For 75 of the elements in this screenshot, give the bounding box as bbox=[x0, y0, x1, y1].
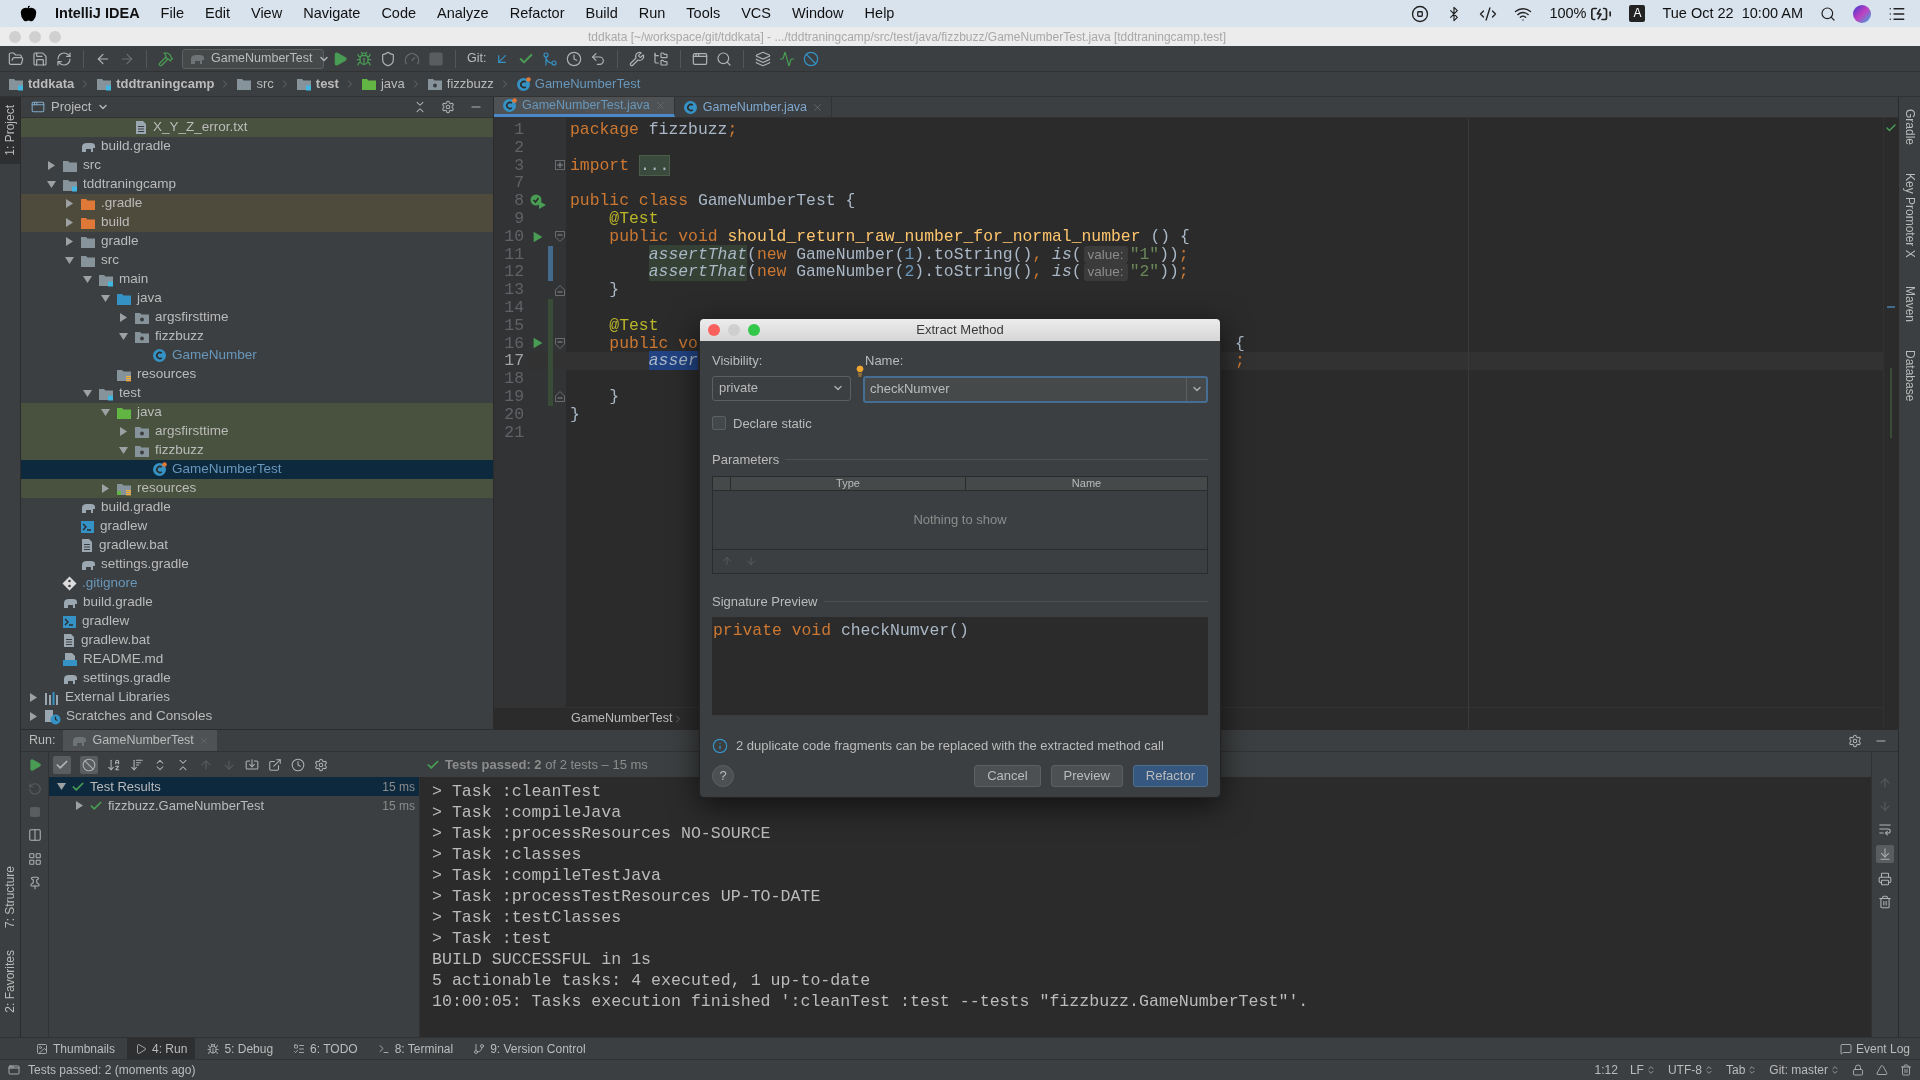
test-duration: 15 ms bbox=[382, 778, 415, 796]
parameter-hint: value: bbox=[1083, 263, 1128, 282]
test-duration: 15 ms bbox=[382, 797, 415, 815]
tree-item-label: build.gradle bbox=[83, 593, 153, 612]
tree-item-label: gradle bbox=[101, 232, 139, 251]
status-message: Tests passed: 2 (moments ago) bbox=[28, 1062, 196, 1079]
code-line: assertThat(new GameNumber(2).toString(), is( value: "2")); bbox=[647, 263, 1189, 282]
tree-item-label: X_Y_Z_error.txt bbox=[153, 118, 248, 137]
code-fragment: ; bbox=[1235, 352, 1245, 371]
tree-item-label: main bbox=[119, 270, 149, 289]
code-line: import ... bbox=[570, 156, 671, 175]
console-line: > Task :classes bbox=[432, 844, 583, 865]
code-fragment: { bbox=[1235, 334, 1245, 353]
tree-item-label: resources bbox=[137, 365, 197, 384]
test-summary: Tests passed: 2 of 2 tests – 15 ms bbox=[445, 755, 648, 774]
tree-item-label: build.gradle bbox=[101, 137, 171, 156]
tree-item-label: java bbox=[137, 403, 162, 422]
console-line: BUILD SUCCESSFUL in 1s bbox=[432, 949, 653, 970]
info-message: 2 duplicate code fragments can be replaced with the extracted method call bbox=[736, 737, 1164, 755]
tree-item-label: build bbox=[101, 213, 130, 232]
tree-item-label: External Libraries bbox=[65, 688, 171, 707]
section-title: Signature Preview bbox=[712, 592, 818, 611]
parameter-hint: value: bbox=[1083, 245, 1128, 264]
console-line: > Task :compileTestJava bbox=[432, 865, 663, 886]
code-line: public void should_return_raw_number_for_normal_number () { bbox=[608, 227, 1190, 246]
code-line: public class GameNumberTest { bbox=[570, 192, 856, 210]
tree-item-label: gradlew bbox=[82, 612, 130, 631]
tree-item-label: gradlew.bat bbox=[81, 631, 151, 650]
tree-item-label: src bbox=[83, 156, 101, 175]
code-line: package fizzbuzz; bbox=[570, 121, 738, 139]
tree-item-label: gradlew bbox=[100, 517, 148, 536]
tree-item-label: .gitignore bbox=[82, 574, 138, 593]
code-line: } bbox=[608, 281, 620, 299]
tree-item-label: .gradle bbox=[101, 194, 143, 213]
tree-item-label: build.gradle bbox=[101, 498, 171, 517]
run-panel-label: Run: bbox=[29, 732, 56, 750]
console-line: > Task :testClasses bbox=[432, 907, 623, 928]
code-line: public vo bbox=[608, 334, 699, 353]
tree-item-label: GameNumber bbox=[172, 346, 257, 365]
field-label: Visibility: bbox=[712, 352, 764, 370]
tree-item-label: argsfirsttime bbox=[155, 308, 229, 327]
console-line: > Task :processResources NO-SOURCE bbox=[432, 823, 772, 844]
code-line: @Test bbox=[608, 210, 659, 228]
tree-item-label: README.md bbox=[83, 650, 164, 669]
tree-item-label: fizzbuzz bbox=[155, 327, 204, 346]
tree-item-label: settings.gradle bbox=[83, 669, 171, 688]
signature-preview: private void checkNumver() bbox=[712, 617, 1208, 715]
tree-item-label: resources bbox=[137, 479, 197, 498]
tree-item-label: GameNumberTest bbox=[172, 460, 282, 479]
tree-item-label: settings.gradle bbox=[101, 555, 189, 574]
code-line: @Test bbox=[608, 316, 659, 335]
field-label: Name: bbox=[864, 352, 905, 370]
console-line: 10:00:05: Tasks execution finished ':cleanTest :test --tests "fizzbuzz.GameNumberTest"'. bbox=[432, 991, 1310, 1012]
dialog-title: Extract Method bbox=[916, 321, 1004, 340]
console-line: > Task :processTestResources UP-TO-DATE bbox=[432, 886, 822, 907]
code-line: } bbox=[570, 405, 580, 424]
battery-percentage: 100% bbox=[1549, 3, 1587, 23]
console-line: > Task :cleanTest bbox=[432, 781, 603, 802]
console-line: 5 actionable tasks: 4 executed, 1 up-to-date bbox=[432, 970, 872, 991]
tree-item-label: java bbox=[137, 289, 162, 308]
git-label: Git: bbox=[467, 50, 487, 68]
window-title: tddkata [~/workspace/git/tddkata] - .../tddtraningcamp/src/test/java/fizzbuzz/GameNumberTest.java [tddtraningcamp.test] bbox=[588, 28, 1226, 46]
tree-item-label: gradlew.bat bbox=[99, 536, 169, 555]
tree-item-label: Scratches and Consoles bbox=[66, 707, 213, 726]
console-line: > Task :compileJava bbox=[432, 802, 623, 823]
console-line: > Task :test bbox=[432, 928, 553, 949]
tree-item-label: argsfirsttime bbox=[155, 422, 229, 441]
tree-item-label: src bbox=[101, 251, 119, 270]
empty-table-text: Nothing to show bbox=[913, 510, 1007, 529]
code-line: assertThat(new GameNumber(1).toString(), is( value: "1")); bbox=[647, 245, 1189, 264]
tree-item-label: tddtraningcamp bbox=[83, 175, 177, 194]
code-line: } bbox=[608, 387, 620, 406]
tree-item-label: test bbox=[119, 384, 141, 403]
tree-item-label: fizzbuzz bbox=[155, 441, 204, 460]
section-title: Parameters bbox=[712, 451, 780, 469]
